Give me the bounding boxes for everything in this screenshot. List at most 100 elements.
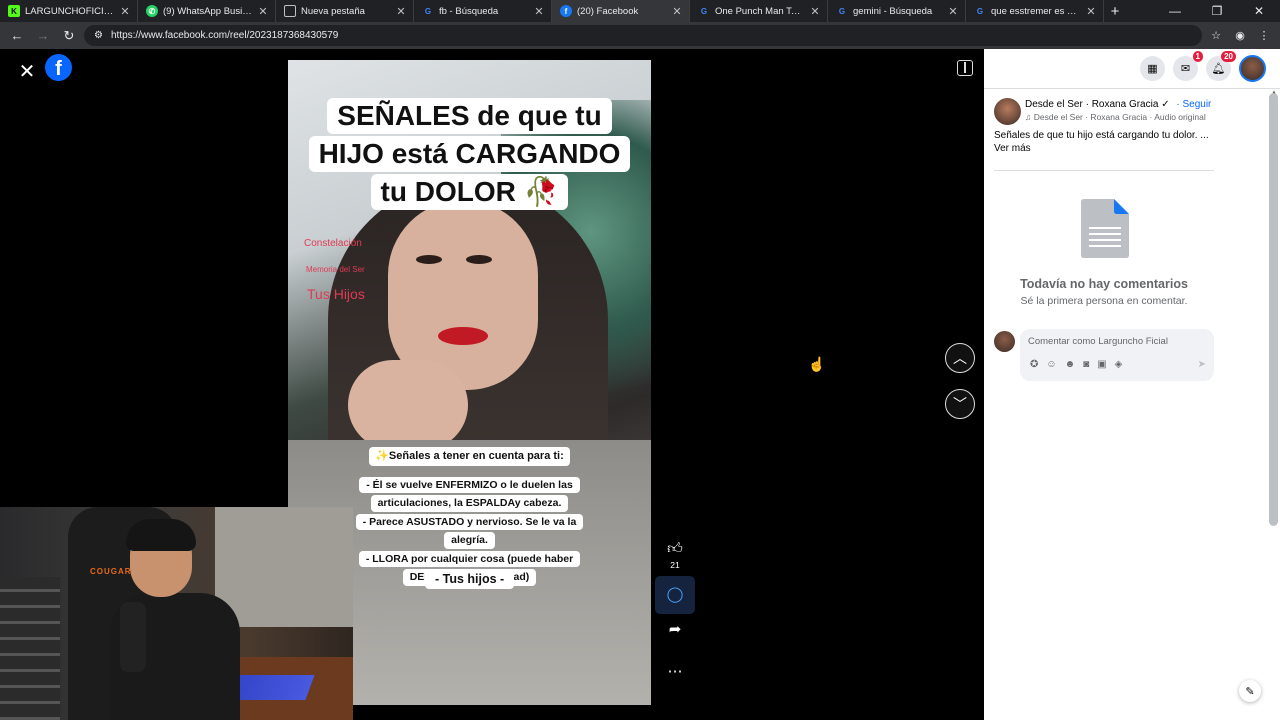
browser-toolbar: ← → ↻ ⚙ https://www.facebook.com/reel/20… [0, 22, 1280, 49]
camera-icon[interactable]: ◙ [1083, 359, 1089, 370]
title-line: SEÑALES de que tu [327, 98, 612, 134]
close-icon[interactable]: ✕ [1085, 5, 1097, 18]
tab-label: (20) Facebook [577, 5, 639, 17]
google-icon: G [424, 6, 432, 16]
audio-line[interactable]: ♫ Desde el Ser · Roxana Gracia · Audio o… [1025, 112, 1206, 122]
notifications-badge: 20 [1221, 51, 1236, 62]
chevron-down-icon: ﹀ [953, 396, 967, 412]
streamer-webcam: COUGAR [0, 507, 353, 720]
reel-viewer: ✕ f SEÑALES de que tu HIJO está CARGANDO… [0, 49, 984, 720]
person-hair [126, 519, 196, 551]
close-icon[interactable]: ✕ [257, 5, 269, 18]
sticker-icon[interactable]: ☺ [1046, 359, 1056, 370]
tab-label: Nueva pestaña [301, 5, 365, 17]
messenger-icon: ✉ [1180, 63, 1191, 75]
bullet-line: articulaciones, la ESPALDAy cabeza. [370, 495, 569, 512]
tab-kick[interactable]: K LARGUNCHOFICIAL Stream ✕ [0, 0, 138, 22]
see-more-link[interactable]: Ver más [994, 142, 1219, 155]
webcam-shelf [0, 577, 60, 720]
tab-label: One Punch Man Temporad [715, 5, 804, 17]
address-bar[interactable]: ⚙ https://www.facebook.com/reel/20231873… [84, 25, 1202, 46]
toggle-panel-icon[interactable] [957, 60, 973, 76]
tab-label: que esstremer es este xQc [991, 5, 1080, 17]
star-icon[interactable]: ☆ [1206, 26, 1226, 46]
video-hand [348, 360, 468, 450]
gif-icon[interactable]: ▣ [1097, 359, 1106, 370]
more-button[interactable]: ⋯ [655, 662, 695, 682]
tab-fb-search[interactable]: G fb - Búsqueda ✕ [414, 0, 552, 22]
close-window-icon[interactable]: ✕ [1238, 0, 1280, 22]
close-icon[interactable]: ✕ [533, 5, 545, 18]
bell-icon: 🔔︎ [1211, 63, 1226, 75]
bullet-line: - LLORA por cualquier cosa (puede haber [358, 550, 581, 567]
chevron-up-icon: ︿ [953, 350, 967, 366]
close-icon[interactable]: ✕ [119, 5, 131, 18]
kick-icon: K [8, 5, 20, 17]
send-icon[interactable]: ➤ [1198, 359, 1206, 370]
comment-button[interactable]: ◯ [655, 576, 695, 614]
tab-facebook[interactable]: f (20) Facebook ✕ [552, 0, 690, 22]
menu-grid-button[interactable]: ▦ [1140, 56, 1165, 81]
top-icons: ▦ ✉ 1 🔔︎ 20 [1140, 51, 1266, 82]
reload-icon[interactable]: ↻ [58, 25, 80, 47]
divider [984, 88, 1280, 89]
follow-button[interactable]: · Seguir [1176, 99, 1211, 110]
author-avatar[interactable] [994, 98, 1021, 125]
tab-label: fb - Búsqueda [439, 5, 499, 17]
close-icon[interactable]: ✕ [395, 5, 407, 18]
divider [994, 170, 1214, 171]
webcam-wall [215, 507, 353, 627]
close-icon[interactable]: ✕ [671, 5, 683, 18]
tab-one-punch[interactable]: G One Punch Man Temporad ✕ [690, 0, 828, 22]
video-eye [416, 255, 442, 264]
next-reel-button[interactable]: ﹀ [945, 389, 975, 419]
new-tab-icon[interactable]: + [1104, 0, 1126, 22]
description-text: Señales de que tu hijo está cargando tu … [994, 130, 1209, 141]
share-button[interactable]: ➦ [655, 620, 695, 640]
post-description: Señales de que tu hijo está cargando tu … [994, 129, 1219, 155]
like-button[interactable]: 👍︎ 21 [655, 539, 695, 570]
minimize-icon[interactable]: — [1154, 0, 1196, 22]
comment-input[interactable]: Comentar como Larguncho Ficial ✪ ☺ ☻ ◙ ▣… [1020, 329, 1214, 381]
messenger-button[interactable]: ✉ 1 [1173, 51, 1203, 81]
scrollbar[interactable] [1269, 93, 1278, 526]
notifications-button[interactable]: 🔔︎ 20 [1206, 51, 1236, 81]
profile-icon[interactable]: ◉ [1230, 26, 1250, 46]
window-controls: — ❐ ✕ [1154, 0, 1280, 22]
no-comments-title: Todavía no hay comentarios [1020, 277, 1188, 291]
tab-strip: K LARGUNCHOFICIAL Stream ✕ ✆ (9) WhatsAp… [0, 0, 1280, 22]
avatar[interactable] [1239, 55, 1266, 82]
video-eye [466, 255, 492, 264]
attachment-icon[interactable]: ◈ [1115, 359, 1123, 370]
close-icon[interactable]: ✕ [809, 5, 821, 18]
overlay-text: Tus Hijos [307, 286, 365, 302]
previous-reel-button[interactable]: ︿ [945, 343, 975, 373]
facebook-logo-icon[interactable]: f [45, 54, 72, 81]
tab-whatsapp[interactable]: ✆ (9) WhatsApp Business ✕ [138, 0, 276, 22]
site-info-icon[interactable]: ⚙ [94, 30, 103, 41]
new-message-button[interactable]: ✎ [1239, 680, 1261, 702]
close-icon[interactable]: ✕ [17, 59, 37, 84]
comment-placeholder: Comentar como Larguncho Ficial [1028, 336, 1168, 347]
menu-icon[interactable]: ⋮ [1254, 26, 1274, 46]
tab-label: (9) WhatsApp Business [163, 5, 252, 17]
tab-label: gemini - Búsqueda [853, 5, 933, 17]
document-icon [1081, 199, 1129, 258]
back-icon[interactable]: ← [6, 25, 28, 47]
verified-icon: ✓ [1161, 99, 1170, 110]
restore-icon[interactable]: ❐ [1196, 0, 1238, 22]
grid-icon: ▦ [1147, 63, 1158, 75]
tab-new[interactable]: Nueva pestaña ✕ [276, 0, 414, 22]
title-line: tu DOLOR 🥀 [370, 174, 569, 210]
author-name[interactable]: Desde el Ser · Roxana Gracia [1025, 99, 1158, 110]
close-icon[interactable]: ✕ [947, 5, 959, 18]
forward-icon[interactable]: → [32, 25, 54, 47]
tab-label: LARGUNCHOFICIAL Stream [25, 5, 114, 17]
author-line: Desde el Ser · Roxana Gracia ✓ · Seguir [1025, 99, 1211, 110]
avatar-sticker-icon[interactable]: ✪ [1030, 359, 1038, 370]
tab-xqc[interactable]: G que esstremer es este xQc ✕ [966, 0, 1104, 22]
emoji-icon[interactable]: ☻ [1065, 359, 1076, 370]
overlay-text: Constelación [304, 238, 362, 249]
whatsapp-icon: ✆ [146, 5, 158, 17]
tab-gemini[interactable]: G gemini - Búsqueda ✕ [828, 0, 966, 22]
